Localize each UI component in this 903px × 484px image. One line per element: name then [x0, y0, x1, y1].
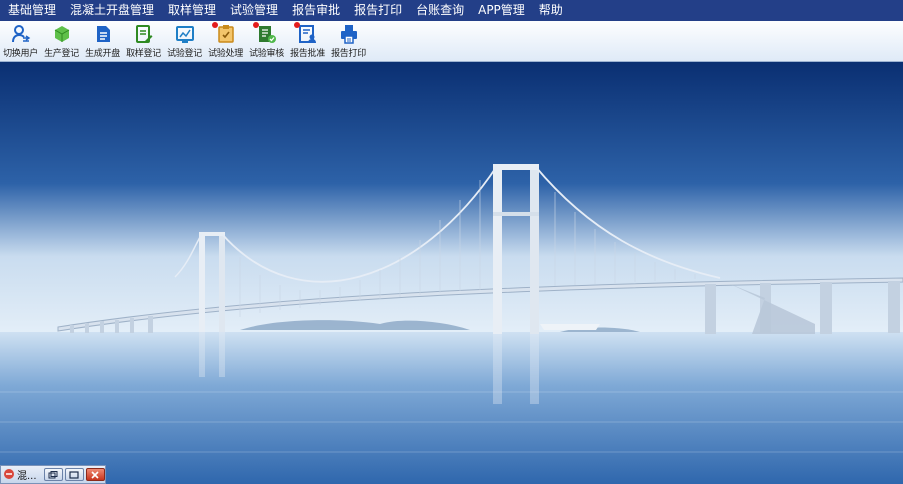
- menu-report-print[interactable]: 报告打印: [346, 0, 408, 21]
- test-register-button[interactable]: 试验登记: [164, 21, 205, 61]
- test-process-icon: [216, 24, 236, 44]
- window-title: 混...: [17, 471, 37, 482]
- restore-icon: [48, 470, 58, 478]
- switch-user-label: 切换用户: [3, 49, 38, 59]
- menu-help[interactable]: 帮助: [531, 0, 569, 21]
- menu-sampling-management[interactable]: 取样管理: [160, 0, 222, 21]
- close-icon: [91, 470, 100, 479]
- generate-batch-button[interactable]: 生成开盘: [82, 21, 123, 61]
- menu-ledger-query[interactable]: 台账查询: [408, 0, 470, 21]
- notification-badge: [253, 22, 259, 28]
- restore-button[interactable]: [43, 468, 63, 481]
- test-process-label: 试验处理: [208, 49, 243, 59]
- bridge-background-image: [0, 62, 903, 484]
- notification-badge: [294, 22, 300, 28]
- production-register-icon: [52, 24, 72, 44]
- maximize-button[interactable]: [64, 468, 84, 481]
- minimized-window[interactable]: 混...: [0, 465, 106, 484]
- toolbar: 切换用户 生产登记 生成开盘 取样登记 试验登记 试验处理 试验审核 报告批准 …: [0, 21, 903, 62]
- report-approve-button[interactable]: 报告批准: [287, 21, 328, 61]
- production-register-label: 生产登记: [44, 49, 79, 59]
- test-review-icon: [257, 24, 277, 44]
- maximize-icon: [69, 470, 79, 479]
- report-approve-icon: [298, 24, 318, 44]
- menu-report-approval[interactable]: 报告审批: [284, 0, 346, 21]
- sampling-register-button[interactable]: 取样登记: [123, 21, 164, 61]
- menu-bar: 基础管理 混凝土开盘管理 取样管理 试验管理 报告审批 报告打印 台账查询 AP…: [0, 0, 903, 21]
- switch-user-icon: [11, 24, 31, 44]
- report-print-button[interactable]: 报告打印: [328, 21, 369, 61]
- report-approve-label: 报告批准: [290, 49, 325, 59]
- test-register-icon: [175, 24, 195, 44]
- menu-concrete-batch-management[interactable]: 混凝土开盘管理: [62, 0, 160, 21]
- close-button[interactable]: [85, 468, 105, 481]
- test-review-label: 试验审核: [249, 49, 284, 59]
- test-register-label: 试验登记: [167, 49, 202, 59]
- generate-batch-label: 生成开盘: [85, 49, 120, 59]
- switch-user-button[interactable]: 切换用户: [0, 21, 41, 61]
- sampling-register-label: 取样登记: [126, 49, 161, 59]
- report-print-icon: [339, 24, 359, 44]
- production-register-button[interactable]: 生产登记: [41, 21, 82, 61]
- menu-app-management[interactable]: APP管理: [470, 0, 531, 21]
- test-process-button[interactable]: 试验处理: [205, 21, 246, 61]
- generate-batch-icon: [93, 24, 113, 44]
- sampling-register-icon: [134, 24, 154, 44]
- report-print-label: 报告打印: [331, 49, 366, 59]
- app-icon: [3, 465, 15, 484]
- menu-basic-management[interactable]: 基础管理: [0, 0, 62, 21]
- test-review-button[interactable]: 试验审核: [246, 21, 287, 61]
- notification-badge: [212, 22, 218, 28]
- menu-test-management[interactable]: 试验管理: [222, 0, 284, 21]
